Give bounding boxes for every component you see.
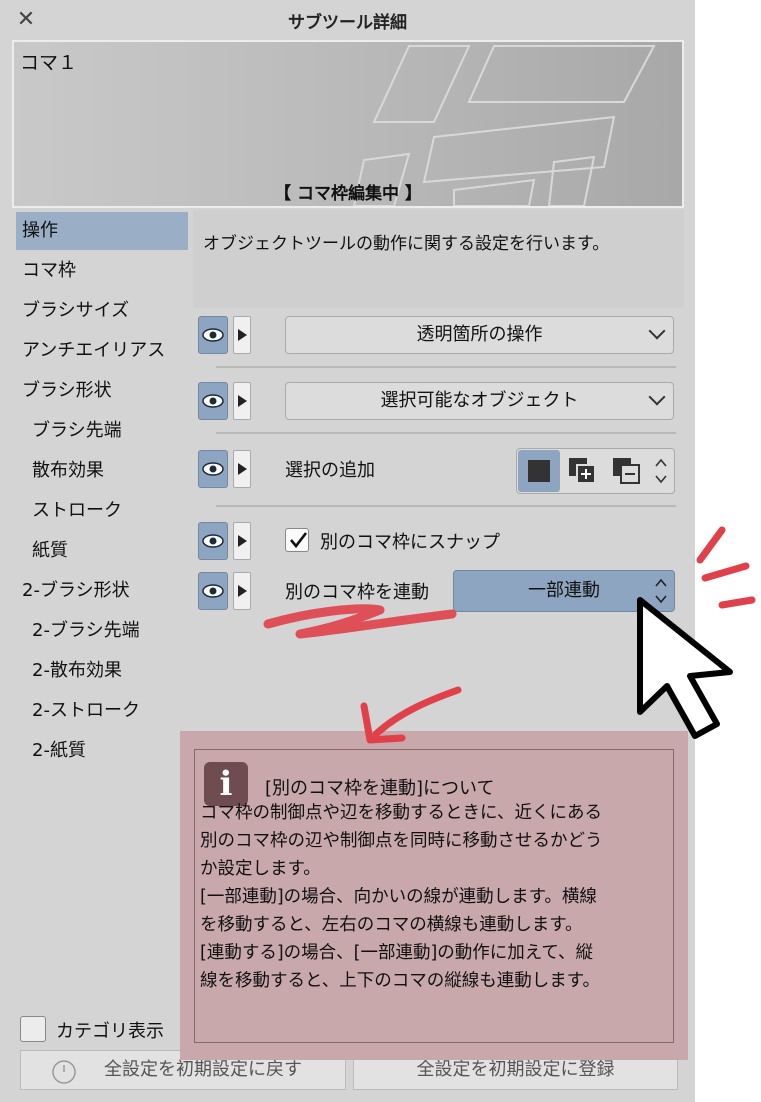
category-item-2-stroke[interactable]: 2-ストローク — [16, 692, 192, 732]
eye-icon[interactable] — [198, 522, 228, 560]
category-item-brush-tip[interactable]: ブラシ先端 — [16, 412, 192, 452]
setting-row-link: 別のコマ枠を連動 一部連動 — [198, 570, 678, 616]
setting-row-transparent: 透明箇所の操作 — [198, 316, 678, 360]
info-body: コマ枠の制御点や辺を移動するときに、近くにある 別のコマ枠の辺や制御点を同時に移… — [200, 799, 664, 995]
info-line: を移動すると、左右のコマの横線も連動します。 — [200, 915, 583, 935]
category-toggle-label: カテゴリ表示 — [56, 1021, 164, 1042]
transparent-op-value: 透明箇所の操作 — [416, 324, 543, 345]
emphasis-marks — [696, 526, 756, 609]
selectable-objects-value: 選択可能なオブジェクト — [380, 390, 579, 411]
info-box: i [別のコマ枠を連動]について コマ枠の制御点や辺を移動するときに、近くにある… — [180, 731, 688, 1060]
category-item-brush-size[interactable]: ブラシサイズ — [16, 292, 192, 332]
setting-row-add-selection: 選択の追加 — [198, 448, 678, 494]
expand-arrow-icon[interactable] — [233, 522, 251, 560]
divider — [216, 432, 676, 434]
frame-name: コマ１ — [20, 52, 78, 74]
chevron-down-icon — [648, 388, 666, 406]
add-selection-icon[interactable] — [562, 450, 604, 492]
category-item-2-brush-tip[interactable]: 2-ブラシ先端 — [16, 612, 192, 652]
register-defaults-label: 全設定を初期設定に登録 — [416, 1059, 615, 1080]
info-line: [一部連動]の場合、向かいの線が連動します。横線 — [200, 887, 597, 907]
snap-label: 別のコマ枠にスナップ — [320, 532, 500, 553]
expand-arrow-icon[interactable] — [233, 316, 251, 354]
description-text: オブジェクトツールの動作に関する設定を行います。 — [203, 234, 610, 254]
info-line: か設定します。 — [200, 859, 321, 879]
add-selection-label: 選択の追加 — [285, 460, 375, 481]
expand-arrow-icon[interactable] — [233, 450, 251, 488]
eye-icon[interactable] — [198, 450, 228, 488]
category-list: 操作 コマ枠 ブラシサイズ アンチエイリアス ブラシ形状 ブラシ先端 散布効果 … — [16, 212, 192, 772]
category-item-2-paper-texture[interactable]: 2-紙質 — [16, 732, 192, 772]
category-item-stroke[interactable]: ストローク — [16, 492, 192, 532]
info-line: 別のコマ枠の辺や制御点を同時に移動させるかどう — [200, 831, 603, 851]
divider — [216, 366, 676, 368]
subtract-selection-icon[interactable] — [606, 450, 648, 492]
eye-icon[interactable] — [198, 316, 228, 354]
preview-area: コマ１ 【 コマ枠編集中 】 — [12, 40, 684, 208]
category-item-paper-texture[interactable]: 紙質 — [16, 532, 192, 572]
info-line: コマ枠の制御点や辺を移動するときに、近くにある — [200, 803, 602, 823]
category-item-2-brush-shape[interactable]: 2-ブラシ形状 — [16, 572, 192, 612]
expand-arrow-icon[interactable] — [233, 382, 251, 420]
category-item-antialiasing[interactable]: アンチエイリアス — [16, 332, 192, 372]
link-label: 別のコマ枠を連動 — [285, 582, 429, 603]
window-title: サブツール詳細 — [288, 13, 407, 33]
transparent-op-dropdown[interactable]: 透明箇所の操作 — [285, 316, 674, 354]
info-line: [連動する]の場合、[一部連動]の動作に加えて、縦 — [200, 943, 594, 963]
eye-icon[interactable] — [198, 572, 228, 610]
setting-row-snap: 別のコマ枠にスナップ — [198, 522, 678, 566]
category-item-brush-shape[interactable]: ブラシ形状 — [16, 372, 192, 412]
link-mode-select[interactable]: 一部連動 — [453, 570, 675, 612]
description-box: オブジェクトツールの動作に関する設定を行います。 — [193, 210, 684, 308]
category-item-spray-effect[interactable]: 散布効果 — [16, 452, 192, 492]
category-item-operation[interactable]: 操作 — [16, 212, 188, 250]
new-selection-icon[interactable] — [518, 450, 560, 492]
divider — [216, 505, 676, 507]
preview-caption: 【 コマ枠編集中 】 — [274, 184, 422, 204]
reset-defaults-label: 全設定を初期設定に戻す — [104, 1059, 302, 1080]
spinner-icon — [655, 578, 667, 604]
info-line: 線を移動すると、上下のコマの縦線も連動します。 — [200, 971, 601, 991]
reset-icon — [52, 1060, 76, 1084]
link-mode-value: 一部連動 — [528, 580, 600, 601]
setting-row-selectable: 選択可能なオブジェクト — [198, 382, 678, 426]
snap-checkbox[interactable] — [285, 528, 309, 552]
add-selection-segmented — [516, 448, 675, 494]
chevron-down-icon — [648, 322, 666, 340]
spinner-icon[interactable] — [654, 455, 668, 487]
category-item-frame[interactable]: コマ枠 — [16, 252, 192, 292]
info-title: [別のコマ枠を連動]について — [265, 778, 495, 799]
category-item-2-spray-effect[interactable]: 2-散布効果 — [16, 652, 192, 692]
category-toggle-checkbox[interactable] — [20, 1016, 46, 1042]
expand-arrow-icon[interactable] — [233, 572, 251, 610]
selectable-objects-dropdown[interactable]: 選択可能なオブジェクト — [285, 382, 674, 420]
title-bar: ✕ サブツール詳細 — [0, 0, 695, 38]
eye-icon[interactable] — [198, 382, 228, 420]
